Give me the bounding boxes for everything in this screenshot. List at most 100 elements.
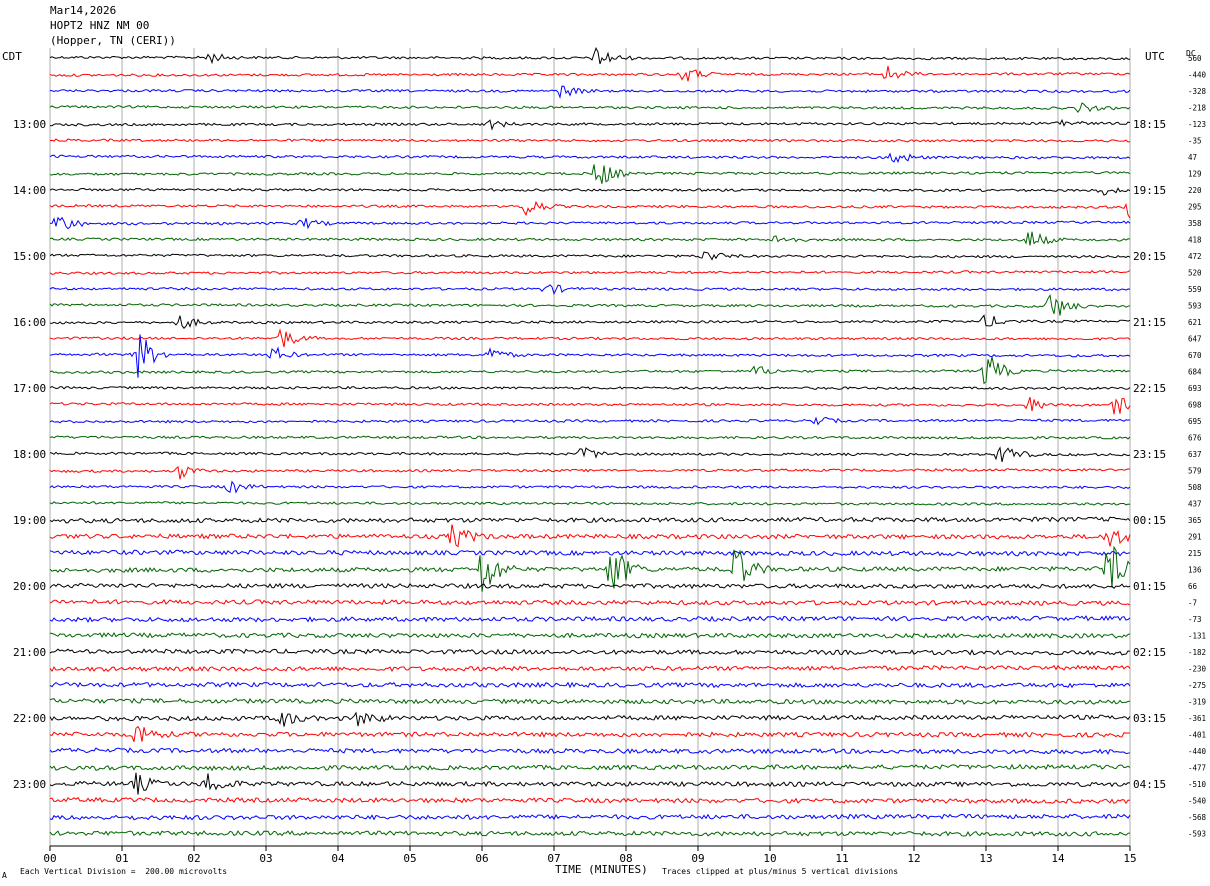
seismic-trace <box>49 465 1131 480</box>
seismic-trace <box>49 648 1131 656</box>
seismic-trace <box>49 269 1131 275</box>
seismic-trace <box>49 328 1131 348</box>
seismic-trace <box>49 446 1131 463</box>
dc-offset-label: 136 <box>1188 566 1202 575</box>
seismic-trace <box>49 293 1131 316</box>
dc-offset-label: -73 <box>1188 615 1202 624</box>
seismic-trace <box>49 763 1131 772</box>
minute-tick-label: 13 <box>979 852 992 865</box>
dc-offset-label: -593 <box>1188 830 1206 839</box>
seismic-trace <box>49 711 1131 727</box>
dc-offset-label: 676 <box>1188 434 1202 443</box>
left-hour-label: 15:00 <box>13 250 46 263</box>
seismic-trace <box>49 334 1131 378</box>
seismic-trace <box>49 314 1131 329</box>
seismic-trace <box>49 416 1131 426</box>
dc-offset-label: -477 <box>1188 764 1206 773</box>
dc-offset-label: 559 <box>1188 285 1202 294</box>
minute-tick-label: 06 <box>475 852 488 865</box>
dc-offset-label: 621 <box>1188 318 1202 327</box>
seismic-trace <box>49 631 1131 639</box>
seismic-trace <box>49 385 1131 391</box>
seismic-trace <box>49 501 1131 506</box>
dc-offset-label: 47 <box>1188 153 1197 162</box>
left-hour-label: 19:00 <box>13 514 46 527</box>
dc-offset-label: -131 <box>1188 632 1206 641</box>
left-hour-label: 20:00 <box>13 580 46 593</box>
dc-offset-label: -361 <box>1188 714 1206 723</box>
seismic-trace <box>49 772 1131 795</box>
seismic-trace <box>49 813 1131 821</box>
seismic-trace <box>49 216 1131 230</box>
dc-offset-label: 637 <box>1188 450 1202 459</box>
minute-tick-label: 15 <box>1123 852 1136 865</box>
scale-note: Each Vertical Division = 200.00 microvol… <box>20 867 228 876</box>
seismic-trace <box>49 480 1131 494</box>
seismic-trace <box>49 152 1131 164</box>
minute-tick-label: 14 <box>1051 852 1065 865</box>
left-hour-label: 13:00 <box>13 118 46 131</box>
dc-offset-label: 698 <box>1188 401 1202 410</box>
dc-offset-label: -440 <box>1188 747 1207 756</box>
seismic-trace <box>49 681 1131 689</box>
dc-offset-label: 365 <box>1188 516 1202 525</box>
dc-offset-label: 66 <box>1188 582 1198 591</box>
seismic-trace <box>49 747 1131 755</box>
dc-offset-label: -7 <box>1188 599 1197 608</box>
seismic-trace <box>49 796 1131 805</box>
minute-tick-label: 10 <box>763 852 776 865</box>
dc-offset-label: -35 <box>1188 137 1202 146</box>
right-hour-label: 22:15 <box>1133 382 1166 395</box>
helicorder-plot: 00 01 02 03 04 05 06 07 08 09 10 11 12 13 14 15560-440-… <box>13 46 1207 865</box>
seismic-trace <box>49 435 1131 440</box>
right-hour-label: 19:15 <box>1133 184 1166 197</box>
minute-tick-label: 09 <box>691 852 704 865</box>
right-hour-label: 21:15 <box>1133 316 1166 329</box>
dc-offset-label: -568 <box>1188 813 1207 822</box>
dc-offset-label: 215 <box>1188 549 1202 558</box>
dc-offset-label: 670 <box>1188 351 1202 360</box>
dc-offset-label: -230 <box>1188 665 1207 674</box>
seismic-trace <box>49 516 1131 524</box>
dc-offset-label: -401 <box>1188 731 1206 740</box>
dc-offset-label: 437 <box>1188 500 1202 509</box>
right-hour-label: 00:15 <box>1133 514 1166 527</box>
dc-offset-label: 295 <box>1188 203 1202 212</box>
seismic-trace <box>49 397 1131 415</box>
dc-offset-label: 684 <box>1188 368 1202 377</box>
right-hour-label: 20:15 <box>1133 250 1166 263</box>
right-hour-label: 02:15 <box>1133 646 1166 659</box>
dc-offset-label: -440 <box>1188 71 1207 80</box>
left-hour-label: 17:00 <box>13 382 46 395</box>
dc-offset-label: -319 <box>1188 698 1206 707</box>
minute-tick-label: 02 <box>187 852 200 865</box>
dc-offset-label: -275 <box>1188 681 1206 690</box>
minute-tick-label: 12 <box>907 852 920 865</box>
minute-tick-label: 11 <box>835 852 848 865</box>
seismic-trace <box>49 187 1131 196</box>
clip-note: Traces clipped at plus/minus 5 vertical … <box>662 867 899 876</box>
left-hour-label: 18:00 <box>13 448 46 461</box>
seismic-trace <box>49 549 1131 557</box>
left-hour-label: 14:00 <box>13 184 46 197</box>
seismic-trace <box>49 664 1131 673</box>
right-hour-label: 23:15 <box>1133 448 1166 461</box>
seismic-trace <box>49 830 1131 837</box>
dc-offset-label: 472 <box>1188 252 1202 261</box>
corner-mark: A <box>2 871 7 880</box>
right-hour-label: 18:15 <box>1133 118 1166 131</box>
seismic-trace <box>49 697 1131 705</box>
minute-tick-label: 01 <box>115 852 128 865</box>
seismic-trace <box>49 102 1131 113</box>
seismic-trace <box>49 725 1130 742</box>
right-hour-label: 04:15 <box>1133 778 1166 791</box>
seismic-trace <box>49 582 1131 590</box>
dc-offset-label: 693 <box>1188 384 1202 393</box>
dc-offset-label: 520 <box>1188 269 1202 278</box>
seismic-trace <box>49 164 1131 184</box>
seismic-trace <box>49 251 1131 261</box>
dc-offset-label: 560 <box>1188 54 1202 63</box>
seismic-trace <box>49 231 1131 246</box>
seismic-trace <box>49 46 1131 65</box>
dc-offset-label: -123 <box>1188 120 1206 129</box>
